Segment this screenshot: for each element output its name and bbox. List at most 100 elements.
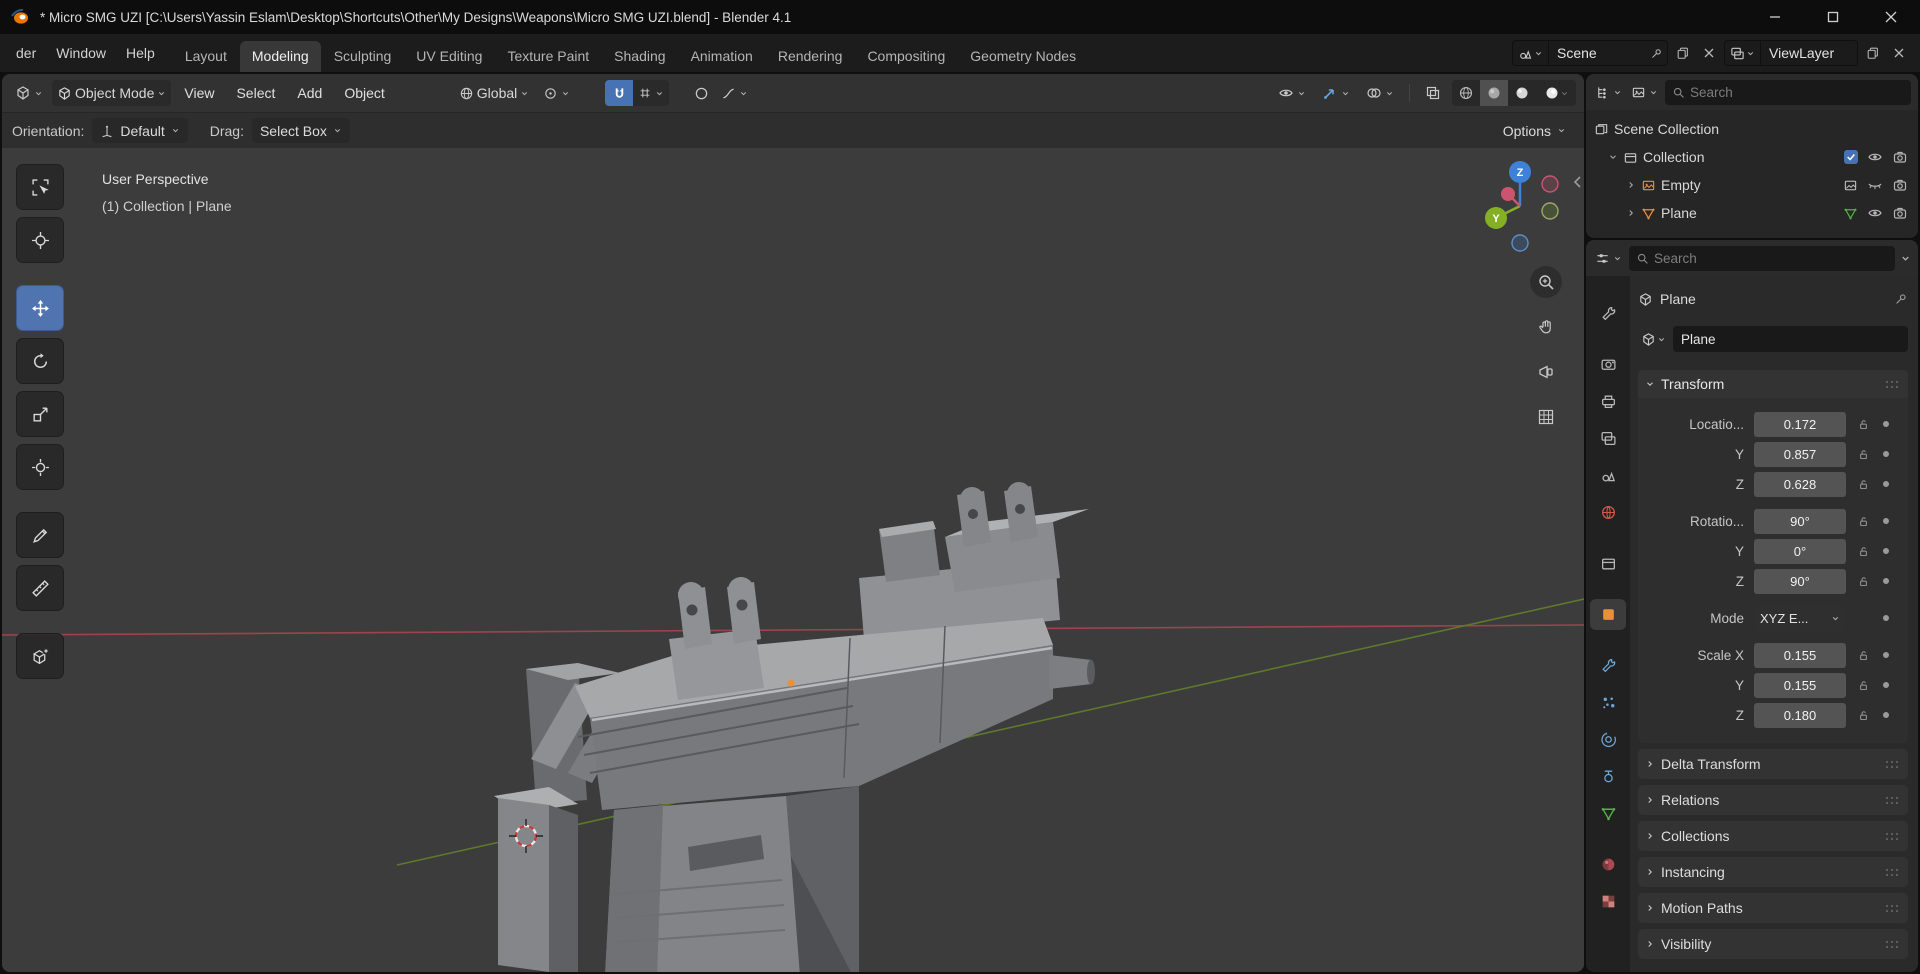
tab-modeling[interactable]: Modeling <box>239 41 321 72</box>
gizmo-neg-y-handle[interactable] <box>1541 202 1559 220</box>
location-z-field[interactable]: 0.628 <box>1754 471 1846 497</box>
tab-compositing[interactable]: Compositing <box>855 41 957 72</box>
disable-render-camera-icon[interactable] <box>1892 177 1908 193</box>
hide-eye-icon[interactable] <box>1867 205 1883 221</box>
animate-dot[interactable] <box>1880 421 1892 427</box>
tab-collection[interactable] <box>1590 548 1626 579</box>
new-view-layer-button[interactable] <box>1862 40 1884 66</box>
rotation-mode-dropdown[interactable]: XYZ E... <box>1754 605 1846 631</box>
animate-dot[interactable] <box>1880 481 1892 487</box>
outliner-row-plane[interactable]: Plane <box>1592 199 1912 227</box>
outliner-display-mode-button[interactable] <box>1629 79 1660 105</box>
options-dropdown[interactable]: Options <box>1495 118 1574 143</box>
animate-dot[interactable] <box>1880 712 1892 718</box>
properties-search-input[interactable] <box>1654 250 1888 266</box>
sidebar-toggle-arrow[interactable] <box>1572 174 1584 190</box>
outliner-row-scene-collection[interactable]: Scene Collection <box>1592 115 1912 143</box>
menu-add[interactable]: Add <box>288 80 331 106</box>
location-y-field[interactable]: 0.857 <box>1754 441 1846 467</box>
animate-dot[interactable] <box>1880 548 1892 554</box>
shading-material-button[interactable] <box>1508 80 1536 106</box>
viewport-canvas[interactable]: User Perspective (1) Collection | Plane <box>2 148 1584 972</box>
tool-rotate[interactable] <box>16 338 64 384</box>
tab-physics[interactable] <box>1590 724 1626 755</box>
menu-object[interactable]: Object <box>335 80 393 106</box>
tab-geometry-nodes[interactable]: Geometry Nodes <box>958 41 1088 72</box>
panel-drag-handle-icon[interactable] <box>1885 380 1901 389</box>
lock-icon[interactable] <box>1854 709 1872 722</box>
tool-annotate[interactable] <box>16 512 64 558</box>
xray-toggle[interactable] <box>1420 80 1446 106</box>
collapsed-chevron-icon[interactable] <box>1626 208 1636 218</box>
tab-object-data[interactable] <box>1590 798 1626 829</box>
location-x-field[interactable]: 0.172 <box>1754 411 1846 437</box>
animate-dot[interactable] <box>1880 518 1892 524</box>
mesh-data-icon[interactable] <box>1843 206 1858 221</box>
unlink-scene-icon[interactable] <box>1698 40 1720 66</box>
lock-icon[interactable] <box>1854 649 1872 662</box>
eye-closed-icon[interactable] <box>1867 177 1883 193</box>
shading-solid-button[interactable] <box>1480 80 1508 106</box>
show-hide-dropdown[interactable] <box>1273 80 1311 106</box>
outliner-row-empty[interactable]: Empty <box>1592 171 1912 199</box>
animate-dot[interactable] <box>1880 578 1892 584</box>
tab-texture[interactable] <box>1590 886 1626 917</box>
menu-select[interactable]: Select <box>227 80 284 106</box>
tab-world[interactable] <box>1590 497 1626 528</box>
tab-object[interactable] <box>1590 599 1626 630</box>
panel-drag-handle-icon[interactable] <box>1885 796 1901 805</box>
tab-modifiers[interactable] <box>1590 650 1626 681</box>
scale-z-field[interactable]: 0.180 <box>1754 702 1846 728</box>
drag-dropdown[interactable]: Select Box <box>251 118 350 143</box>
collection-checkbox[interactable] <box>1844 150 1858 164</box>
mode-dropdown[interactable]: Object Mode <box>52 80 172 106</box>
tool-move[interactable] <box>16 285 64 331</box>
pivot-point-dropdown[interactable] <box>538 80 575 106</box>
camera-view-button[interactable] <box>1530 356 1562 388</box>
tab-animation[interactable]: Animation <box>679 41 765 72</box>
properties-options-chevron-icon[interactable] <box>1900 253 1911 264</box>
shading-wireframe-button[interactable] <box>1452 80 1480 106</box>
panel-visibility[interactable]: Visibility <box>1638 929 1908 959</box>
object-name-field[interactable] <box>1673 326 1908 352</box>
object-name-input[interactable] <box>1681 331 1900 347</box>
panel-relations[interactable]: Relations <box>1638 785 1908 815</box>
tool-select-box[interactable] <box>16 164 64 210</box>
lock-icon[interactable] <box>1854 478 1872 491</box>
animate-dot[interactable] <box>1880 682 1892 688</box>
pin-scene-icon[interactable] <box>1645 40 1667 66</box>
properties-editor-type-button[interactable] <box>1593 245 1624 271</box>
scale-x-field[interactable]: 0.155 <box>1754 642 1846 668</box>
animate-dot[interactable] <box>1880 615 1892 621</box>
outliner-row-collection[interactable]: Collection <box>1592 143 1912 171</box>
tab-constraints[interactable] <box>1590 761 1626 792</box>
collapsed-chevron-icon[interactable] <box>1626 180 1636 190</box>
animate-dot[interactable] <box>1880 451 1892 457</box>
scene-browse-button[interactable] <box>1513 41 1549 65</box>
panel-motion-paths[interactable]: Motion Paths <box>1638 893 1908 923</box>
view-layer-browse-button[interactable] <box>1725 41 1761 65</box>
panel-delta-transform[interactable]: Delta Transform <box>1638 749 1908 779</box>
snap-with-dropdown[interactable] <box>633 80 670 106</box>
view-layer-name[interactable]: ViewLayer <box>1761 45 1857 61</box>
lock-icon[interactable] <box>1854 515 1872 528</box>
gizmos-dropdown[interactable] <box>1317 80 1355 106</box>
minimize-button[interactable] <box>1746 0 1804 34</box>
tab-uv-editing[interactable]: UV Editing <box>404 41 494 72</box>
lock-icon[interactable] <box>1854 448 1872 461</box>
tool-measure[interactable] <box>16 565 64 611</box>
pin-id-icon[interactable] <box>1894 292 1908 306</box>
tab-scene[interactable] <box>1590 460 1626 491</box>
orientation-dropdown[interactable]: Default <box>92 118 188 143</box>
gun-model[interactable] <box>494 482 1095 972</box>
hide-eye-icon[interactable] <box>1867 149 1883 165</box>
menu-help[interactable]: Help <box>116 34 165 72</box>
animate-dot[interactable] <box>1880 652 1892 658</box>
shading-rendered-button[interactable] <box>1536 80 1576 106</box>
editor-type-button[interactable] <box>10 80 48 106</box>
properties-search[interactable] <box>1629 245 1895 271</box>
lock-icon[interactable] <box>1854 679 1872 692</box>
tab-material[interactable] <box>1590 849 1626 880</box>
tab-shading[interactable]: Shading <box>602 41 677 72</box>
tab-view-layer[interactable] <box>1590 423 1626 454</box>
